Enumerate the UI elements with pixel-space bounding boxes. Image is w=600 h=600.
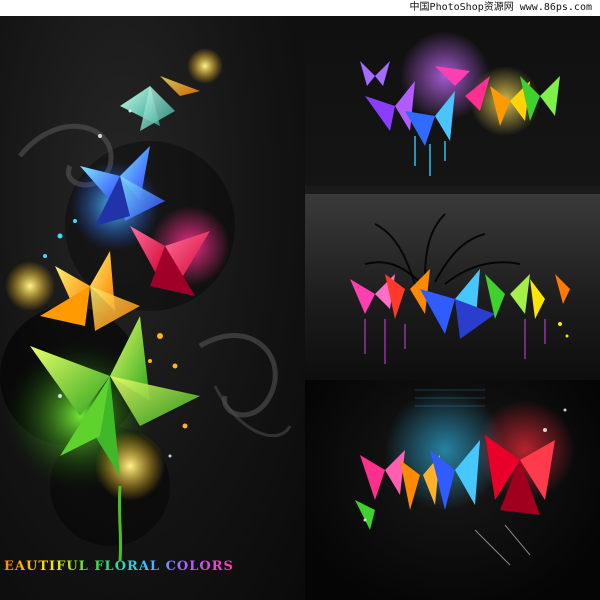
floral-bouquet-vertical-icon — [0, 48, 292, 562]
floral-bouquet-neon-icon — [355, 389, 575, 566]
watermark-text: 中国PhotoShop资源网 www.86ps.com — [409, 2, 592, 13]
floral-panel-right-bottom — [305, 380, 600, 600]
floral-panel-right-middle — [305, 194, 600, 380]
caption-text: EAUTIFUL FLORAL COLORS — [4, 559, 234, 574]
floral-bouquet-butterfly-icon — [305, 31, 600, 194]
floral-panel-right-top — [305, 16, 600, 194]
wallpaper-collage: 中国PhotoShop资源网 www.86ps.com EAUTIFUL FLO… — [0, 0, 600, 600]
floral-bouquet-rainbow-icon — [350, 213, 570, 364]
watermark-strip: 中国PhotoShop资源网 www.86ps.com — [0, 0, 600, 16]
floral-panel-left: EAUTIFUL FLORAL COLORS — [0, 16, 305, 600]
